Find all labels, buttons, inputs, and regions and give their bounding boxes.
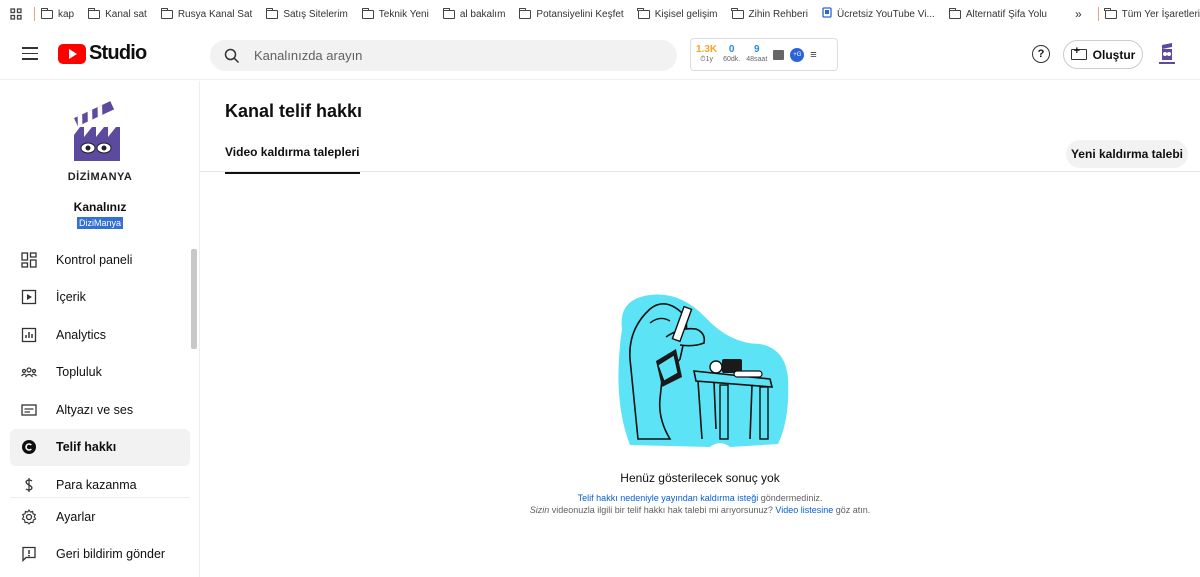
account-avatar[interactable] <box>1156 41 1178 67</box>
video-add-icon <box>1070 45 1087 60</box>
empty-state-illustration <box>610 289 790 449</box>
ext-stat-48h: 9 48saat <box>746 43 768 63</box>
apps-grid-icon[interactable] <box>4 0 28 28</box>
folder-icon <box>40 7 53 19</box>
copyright-icon <box>21 439 37 455</box>
sidebar-item-analytics[interactable]: Analytics <box>10 316 190 354</box>
sidebar-scrollbar[interactable] <box>191 249 197 349</box>
sidebar-item-content[interactable]: İçerik <box>10 279 190 317</box>
bookmarks-overflow-button[interactable]: » <box>1075 7 1082 21</box>
search-input[interactable] <box>254 40 654 71</box>
studio-header: Studio 1.3K ⏱1y 0 60dk. 9 48saat +G ≡ ? … <box>0 28 1200 80</box>
folder-icon <box>87 7 101 19</box>
main-content: Kanal telif hakkı Video kaldırma taleple… <box>200 81 1200 577</box>
search-icon[interactable] <box>224 48 240 64</box>
create-button[interactable]: Oluştur <box>1063 40 1143 69</box>
dashboard-icon <box>21 252 37 268</box>
ext-stat-60min: 0 60dk. <box>723 43 741 63</box>
channel-handle[interactable]: DiziManya <box>77 217 124 229</box>
sidebar-item-community[interactable]: Topluluk <box>10 354 190 392</box>
bookmark-alternatif-sifa-yolu[interactable]: Alternatif Şifa Yolu <box>948 7 1047 20</box>
feedback-icon <box>21 546 37 563</box>
folder-icon <box>442 7 455 19</box>
analytics-icon <box>21 327 37 343</box>
ext-menu-icon[interactable]: ≡ <box>810 49 820 61</box>
bookmark-ucretsiz-youtube[interactable]: Ücretsiz YouTube Vi... <box>822 7 935 21</box>
bar-chart-icon[interactable] <box>773 49 785 60</box>
sidebar: DİZİMANYA Kanalınız DiziManya Kontrol pa… <box>0 81 200 577</box>
channel-logo[interactable] <box>64 97 136 177</box>
ext-stat-views: 1.3K ⏱1y <box>696 43 718 63</box>
your-channel-label: Kanalınız <box>73 200 127 214</box>
youtube-play-icon <box>58 43 86 64</box>
bookmark-all[interactable]: Tüm Yer İşaretleri <box>1104 7 1200 20</box>
folder-icon <box>160 7 173 19</box>
tab-divider <box>200 171 1200 172</box>
empty-state-line2: Sizin videonuzla ilgili bir telif hakkı … <box>529 505 871 515</box>
hamburger-menu-icon[interactable] <box>22 47 38 60</box>
folder-icon <box>948 7 961 19</box>
sidebar-item-settings[interactable]: Ayarlar <box>10 498 190 536</box>
sidebar-item-dashboard[interactable]: Kontrol paneli <box>10 241 190 279</box>
bookmark-kap[interactable]: kap <box>40 7 74 20</box>
bookmark-page-icon <box>822 7 832 21</box>
help-icon[interactable]: ? <box>1032 45 1050 63</box>
takedown-request-link[interactable]: Telif hakkı nedeniyle yayından kaldırma … <box>578 493 759 503</box>
folder-icon <box>519 7 532 19</box>
folder-icon <box>1104 7 1117 19</box>
sidebar-item-feedback[interactable]: Geri bildirim gönder <box>10 536 190 574</box>
bookmark-rusya-kanal-sat[interactable]: Rusya Kanal Sat <box>160 7 252 20</box>
sidebar-nav: Kontrol paneli İçerik Analytics Topluluk… <box>10 241 190 504</box>
bookmarks-divider <box>34 7 35 21</box>
bookmarks-right: » Tüm Yer İşaretleri <box>1075 0 1200 28</box>
bookmarks-bar: kap Kanal sat Rusya Kanal Sat Satış Site… <box>0 0 1200 28</box>
community-icon <box>21 364 37 380</box>
tab-takedown-requests[interactable]: Video kaldırma talepleri <box>225 145 360 174</box>
bookmark-zihin-rehberi[interactable]: Zihin Rehberi <box>731 7 808 20</box>
bookmark-kisisel-gelisim[interactable]: Kişisel gelişim <box>637 7 718 20</box>
bookmarks-divider <box>1097 7 1099 21</box>
empty-state-line1: Telif hakkı nedeniyle yayından kaldırma … <box>577 493 823 503</box>
bookmark-teknik-yeni[interactable]: Teknik Yeni <box>361 7 429 20</box>
dollar-icon <box>21 477 37 493</box>
vidiq-extension-widget[interactable]: 1.3K ⏱1y 0 60dk. 9 48saat +G ≡ <box>690 38 838 71</box>
folder-icon <box>637 7 650 19</box>
video-list-link[interactable]: Video listesine <box>775 505 833 515</box>
sidebar-bottom-nav: Ayarlar Geri bildirim gönder <box>10 497 190 573</box>
channel-logo-text: DİZİMANYA <box>67 171 133 183</box>
bookmark-potansiyelini-kesfet[interactable]: Potansiyelini Keşfet <box>519 7 624 20</box>
page-title: Kanal telif hakkı <box>225 101 363 121</box>
new-takedown-request-button[interactable]: Yeni kaldırma talebi <box>1066 140 1188 168</box>
sidebar-item-subtitles[interactable]: Altyazı ve ses <box>10 391 190 429</box>
empty-state-title: Henüz gösterilecek sonuç yok <box>620 471 780 485</box>
content-play-icon <box>21 289 37 305</box>
folder-icon <box>266 7 279 19</box>
subtitles-icon <box>21 402 37 418</box>
search-bar[interactable] <box>210 40 677 71</box>
bookmark-al-bakalim[interactable]: al bakalım <box>442 7 505 20</box>
youtube-studio-logo[interactable]: Studio <box>58 42 147 65</box>
sidebar-item-copyright[interactable]: Telif hakkı <box>10 428 190 466</box>
folder-icon <box>361 7 374 19</box>
bookmark-kanal-sat[interactable]: Kanal sat <box>87 7 147 20</box>
ext-logo-icon[interactable]: +G <box>790 47 805 62</box>
gear-icon <box>21 508 37 525</box>
folder-icon <box>731 7 744 19</box>
bookmark-satis-sitelerim[interactable]: Satış Sitelerim <box>266 7 348 20</box>
